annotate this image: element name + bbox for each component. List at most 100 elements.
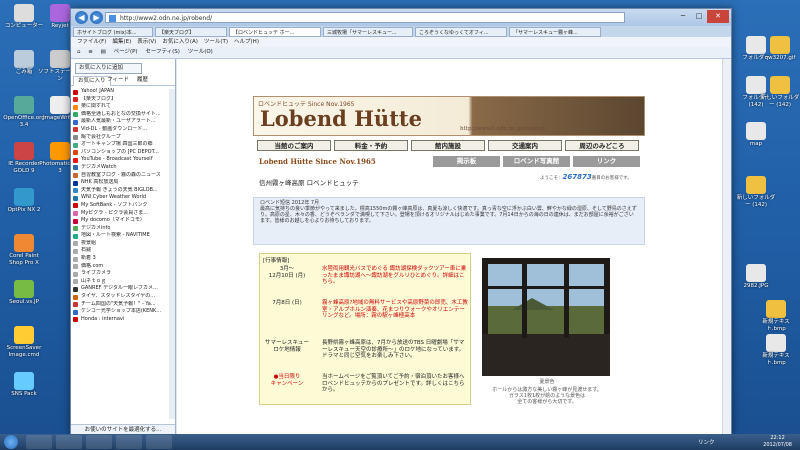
maximize-button[interactable]: □ <box>691 10 707 23</box>
browser-tab[interactable]: 【楽天ブログ】 <box>155 27 227 37</box>
nav-link-secondary[interactable]: リンク <box>573 156 640 167</box>
browser-tab[interactable]: 「サマーレスキュー霧ヶ峰... <box>509 27 601 37</box>
favorite-item[interactable]: 価格.com <box>71 263 168 271</box>
favicon-icon <box>73 97 78 103</box>
favorite-item[interactable]: チーム四国の"天気予報！" - Ya... <box>71 301 168 309</box>
desktop-icon[interactable]: 新規テキスト.bmp <box>756 334 796 366</box>
favorite-item[interactable]: 天気予報 きょうの天気 BIGLOB... <box>71 187 168 195</box>
favorite-item[interactable]: ライブカメラ <box>71 270 168 278</box>
nav-link[interactable]: 交通案内 <box>488 140 562 151</box>
favorite-item[interactable]: Myピクラ - ピクラ会員さま... <box>71 210 168 218</box>
back-button[interactable]: ◀ <box>75 11 88 24</box>
desktop-icon[interactable]: Corel Paint Shop Pro X <box>2 234 46 266</box>
event-text[interactable]: 長野県霧ヶ峰高原は、7月から放送のTBS 日曜劇場「サマーレスキュー天空の診療所… <box>322 340 468 360</box>
desktop-icon[interactable]: 2982.JPG <box>736 264 776 290</box>
browser-tab[interactable]: 三城牧場「サマーレスキュー... <box>323 27 413 37</box>
taskbar-ie-icon[interactable] <box>26 435 52 449</box>
menu-item[interactable]: お気に入り(A) <box>162 39 198 45</box>
forward-button[interactable]: ▶ <box>90 11 103 24</box>
taskbar-media-icon[interactable] <box>86 435 112 449</box>
tab-history[interactable]: 履歴 <box>133 76 152 85</box>
browser-tab[interactable]: ころぞうくなゆっくてオフィ... <box>415 27 507 37</box>
favorite-item[interactable]: パソコンショップの [PC DEPOT... <box>71 149 168 157</box>
favorite-item[interactable]: 山ネｔｏｇ <box>71 278 168 286</box>
address-bar[interactable]: http://www2.odn.ne.jp/robend/ <box>105 12 625 23</box>
home-icon[interactable]: ⌂ <box>77 49 81 55</box>
favorite-item[interactable]: ケンコー光学ショップ本店(KENK... <box>71 308 168 316</box>
favorite-item[interactable]: 石鎚 <box>71 247 168 255</box>
page-scrollbar[interactable] <box>722 59 731 435</box>
favorite-item[interactable]: 新着 3 <box>71 255 168 263</box>
rss-icon[interactable]: ≡ <box>88 49 93 55</box>
favorite-item[interactable]: Honda : internavi <box>71 316 168 324</box>
desktop-icon[interactable]: SNS Pack <box>2 372 46 398</box>
desktop-icon[interactable]: qw3207.gif <box>760 36 800 62</box>
favorite-item[interactable]: 楽に関すれて <box>71 103 168 111</box>
favorite-item[interactable]: 地図・ルート検索 - NAVITIME <box>71 232 168 240</box>
favorite-item[interactable]: Vid-DL - 動画ダウンロード... <box>71 126 168 134</box>
browser-tab[interactable]: ホサイトブログ (mix)本... <box>73 27 153 37</box>
minimize-button[interactable]: ─ <box>675 10 691 23</box>
taskbar-app2-icon[interactable] <box>146 435 172 449</box>
nav-link[interactable]: 料金・予約 <box>334 140 408 151</box>
favorite-item[interactable]: 【楽天ブログ】 <box>71 96 168 104</box>
favorite-item[interactable]: YouTube - Broadcast Yourself <box>71 156 168 164</box>
desktop: コンピューター ごみ箱 OpenOffice.org 3.4 IE Recorder … <box>0 0 800 450</box>
favicon-icon <box>73 165 78 171</box>
desktop-icon[interactable]: 新しいフォルダー (142) <box>760 76 800 108</box>
toolbar-page[interactable]: ページ(P) <box>114 49 138 55</box>
menu-item[interactable]: ヘルプ(H) <box>234 39 259 45</box>
favorite-item[interactable]: デジカメinfo <box>71 225 168 233</box>
banner-title: Lobend Hütte <box>260 106 422 131</box>
desktop-icon-image <box>14 142 34 160</box>
taskbar-app-icon[interactable] <box>116 435 142 449</box>
menu-item[interactable]: 表示(V) <box>137 39 156 45</box>
desktop-icon[interactable]: 新しいフォルダー (142) <box>736 176 776 208</box>
event-text[interactable]: 当ホームページをご覧頂いてご予約・宿泊頂いたお客様へロベンドヒュッテからのプレゼ… <box>322 374 468 394</box>
favicon-icon <box>73 241 78 247</box>
menu-item[interactable]: ツール(T) <box>204 39 228 45</box>
taskbar-links[interactable]: リンク <box>698 438 715 446</box>
nav-link[interactable]: 周辺のみどころ <box>565 140 639 151</box>
nav-link[interactable]: 当館のご案内 <box>257 140 331 151</box>
event-text[interactable]: 水陸両用観光バスでめぐる 諏訪湖探検ダックツアー車に乗ったまま諏訪湖へ〜諏訪湖を… <box>322 266 468 286</box>
clock[interactable]: 22:12 2012/07/08 <box>763 435 792 449</box>
start-button[interactable] <box>4 435 18 449</box>
favorite-item[interactable]: 最新人気最新・ユーザアラート... <box>71 118 168 126</box>
desktop-icon[interactable]: OptPix NX 2 <box>2 188 46 214</box>
favorite-item[interactable]: Yahoo! JAPAN <box>71 88 168 96</box>
desktop-icon[interactable]: ScreenSaver Image.cmd <box>2 326 46 358</box>
desktop-icon-image <box>14 188 34 206</box>
event-text[interactable]: 霧ヶ峰高原?地域の無料サービスや高原野菜の即売、木工教室・アルプホルン演奏、花ま… <box>322 300 468 320</box>
print-icon[interactable]: ▤ <box>101 49 106 55</box>
favorites-scrollbar[interactable] <box>169 89 175 419</box>
favorite-item[interactable]: My docomo（マイドコモ） <box>71 217 168 225</box>
toolbar-safety[interactable]: セーフティ(S) <box>145 49 180 55</box>
nav-link-secondary[interactable]: ロベンド写真館 <box>503 156 570 167</box>
favorite-item[interactable]: デジカメWatch <box>71 164 168 172</box>
favorite-item[interactable]: NHK 高松放送局 <box>71 179 168 187</box>
favorite-item[interactable]: GANREF デジタル一眼レフカメ... <box>71 285 168 293</box>
taskbar-explorer-icon[interactable] <box>56 435 82 449</box>
favorite-item[interactable]: My SoftBank - ソフトバンク <box>71 202 168 210</box>
favorite-item[interactable]: オートキャンプ場 四国三郎の郷 <box>71 141 168 149</box>
favorite-item[interactable]: 夜景組 <box>71 240 168 248</box>
nav-link-secondary[interactable]: 掲示板 <box>433 156 500 167</box>
menu-item[interactable]: ファイル(F) <box>77 39 106 45</box>
tab-feeds[interactable]: フィード <box>103 76 133 85</box>
favorite-item[interactable]: タイヤ、スタッドレスタイヤの... <box>71 293 168 301</box>
desktop-icon[interactable]: Seoul.vs.JP <box>2 280 46 306</box>
desktop-icon[interactable]: 新規テキスト.bmp <box>756 300 796 332</box>
menu-item[interactable]: 編集(E) <box>112 39 131 45</box>
favorite-item[interactable]: 自習教室ブログ - 霧の森のニュース <box>71 172 168 180</box>
favorite-item[interactable]: WNI Cyber Weather World <box>71 194 168 202</box>
toolbar-tools[interactable]: ツール(O) <box>188 49 213 55</box>
close-button[interactable]: ✕ <box>707 10 729 23</box>
desktop-icon[interactable]: map <box>736 122 776 148</box>
add-favorite-button[interactable]: お気に入りに追加 <box>75 63 142 74</box>
browser-tab[interactable]: 【ロベンドヒュッテ ホー... <box>229 27 321 37</box>
nav-link[interactable]: 館内施設 <box>411 140 485 151</box>
favorite-item[interactable]: 暇で会社グループ <box>71 134 168 142</box>
favorite-item[interactable]: 価格全通しもおとなの交換サイト... <box>71 111 168 119</box>
favorites-list: Yahoo! JAPAN 【楽天ブログ】 楽に関すれて 価格全通しもおとなの交換サイト… <box>71 88 168 323</box>
